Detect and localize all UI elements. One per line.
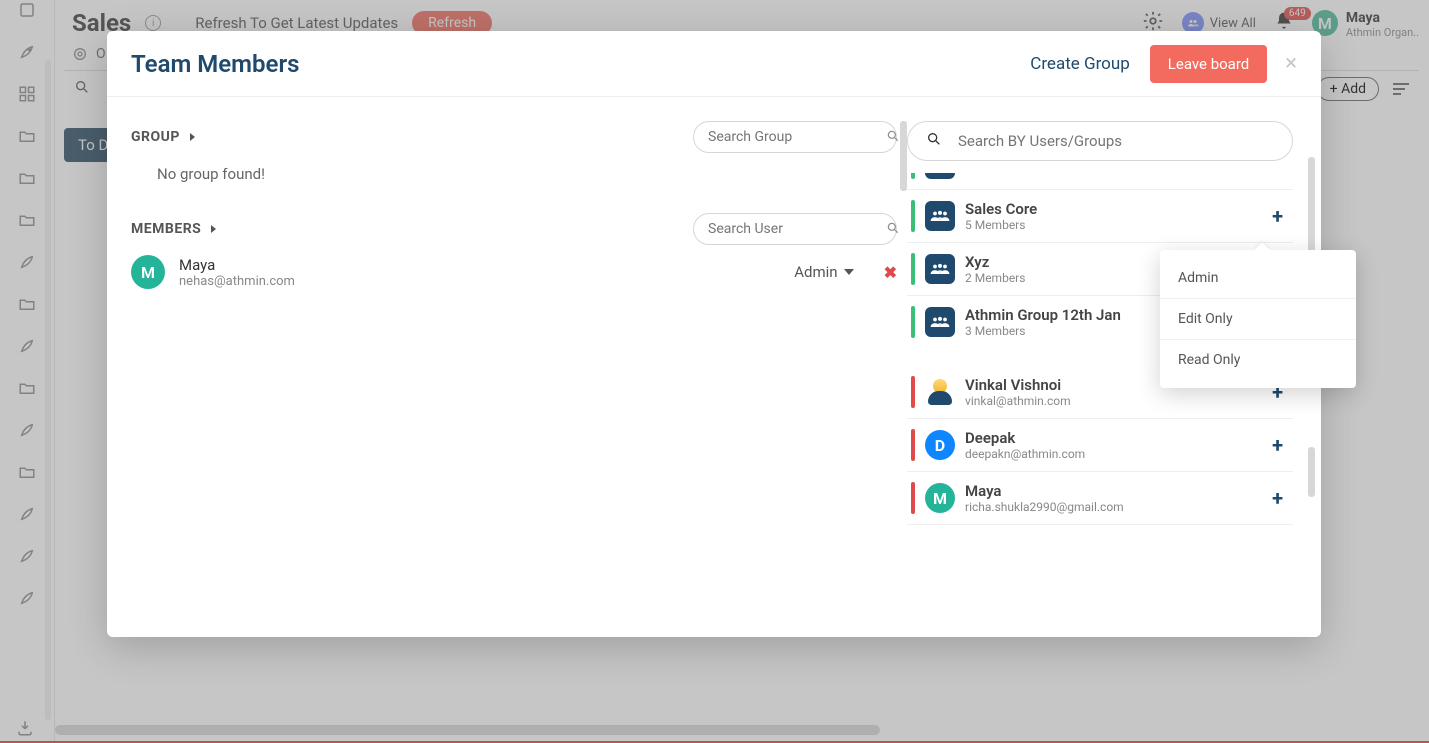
- member-role-label: Admin: [794, 263, 837, 281]
- list-item-title: Vinkal Vishnoi: [965, 376, 1071, 394]
- search-users-groups-input[interactable]: [958, 132, 1274, 150]
- list-item[interactable]: Sales Core5 Members +: [907, 190, 1293, 243]
- list-item-subtitle: 5 Members: [965, 218, 1037, 232]
- role-option-edit[interactable]: Edit Only: [1160, 298, 1356, 339]
- list-item-subtitle: 3 Members: [965, 324, 1121, 338]
- list-item[interactable]: [907, 525, 1293, 545]
- list-item-title: Maya: [965, 482, 1124, 500]
- role-popover: Admin Edit Only Read Only: [1160, 250, 1356, 388]
- chevron-right-icon[interactable]: [190, 133, 195, 141]
- list-item-subtitle: vinkal@athmin.com: [965, 394, 1071, 408]
- search-group-input[interactable]: [708, 129, 886, 145]
- list-item-title: Athmin Group 12th Jan: [965, 306, 1121, 324]
- group-icon: [925, 173, 955, 179]
- status-bar: [911, 376, 915, 408]
- list-item-subtitle: deepakn@athmin.com: [965, 447, 1085, 461]
- search-user-input[interactable]: [708, 221, 886, 237]
- status-bar: [911, 306, 915, 338]
- search-group-input-wrap[interactable]: [693, 121, 897, 153]
- group-section-title: GROUP: [131, 129, 180, 145]
- avatar: [925, 377, 955, 407]
- status-bar: [911, 200, 915, 232]
- search-icon: [886, 128, 900, 147]
- chevron-down-icon: [844, 269, 854, 275]
- member-row: M Maya nehas@athmin.com Admin ✖: [131, 255, 897, 289]
- list-item-title: Xyz: [965, 253, 1025, 271]
- group-icon: [925, 307, 955, 337]
- add-item-button[interactable]: +: [1272, 204, 1293, 228]
- modal-title: Team Members: [131, 50, 299, 78]
- create-group-link[interactable]: Create Group: [1030, 54, 1130, 74]
- right-pane-scrollbar[interactable]: [1308, 157, 1315, 257]
- member-name: Maya: [179, 256, 295, 274]
- add-item-button[interactable]: +: [1272, 173, 1293, 176]
- list-item-title: Deepak: [965, 429, 1085, 447]
- status-bar: [911, 482, 915, 514]
- avatar: M: [131, 255, 165, 289]
- avatar: D: [925, 430, 955, 460]
- close-icon[interactable]: ×: [1285, 51, 1297, 76]
- modal-left-pane: GROUP No group found! MEMBERS: [107, 97, 907, 637]
- status-bar: [911, 429, 915, 461]
- member-role-dropdown[interactable]: Admin: [794, 263, 853, 281]
- list-item[interactable]: M Mayaricha.shukla2990@gmail.com +: [907, 472, 1293, 525]
- status-bar: [911, 173, 915, 179]
- search-users-groups-wrap[interactable]: [907, 121, 1293, 161]
- list-item-subtitle: 2 Members: [965, 271, 1025, 285]
- no-group-message: No group found!: [157, 165, 897, 183]
- member-email: nehas@athmin.com: [179, 274, 295, 289]
- right-pane-scrollbar[interactable]: [1308, 447, 1315, 497]
- group-icon: [925, 201, 955, 231]
- search-user-input-wrap[interactable]: [693, 213, 897, 245]
- members-section-title: MEMBERS: [131, 221, 201, 237]
- team-members-modal: Team Members Create Group Leave board × …: [107, 31, 1321, 637]
- modal-header: Team Members Create Group Leave board ×: [107, 31, 1321, 97]
- status-bar: [911, 253, 915, 285]
- avatar: M: [925, 483, 955, 513]
- group-icon: [925, 254, 955, 284]
- list-item-subtitle: richa.shukla2990@gmail.com: [965, 500, 1124, 514]
- search-icon: [886, 220, 900, 239]
- list-item[interactable]: D Deepakdeepakn@athmin.com +: [907, 419, 1293, 472]
- role-option-read[interactable]: Read Only: [1160, 339, 1356, 380]
- chevron-right-icon[interactable]: [211, 225, 216, 233]
- add-item-button[interactable]: +: [1272, 433, 1293, 457]
- left-pane-scrollbar[interactable]: [900, 121, 907, 191]
- add-item-button[interactable]: +: [1272, 486, 1293, 510]
- list-item-title: Sales Core: [965, 200, 1037, 218]
- list-item[interactable]: 3 Members+: [907, 173, 1293, 190]
- role-option-admin[interactable]: Admin: [1160, 258, 1356, 298]
- search-icon: [926, 131, 942, 151]
- remove-member-button[interactable]: ✖: [884, 263, 897, 282]
- leave-board-button[interactable]: Leave board: [1150, 45, 1267, 83]
